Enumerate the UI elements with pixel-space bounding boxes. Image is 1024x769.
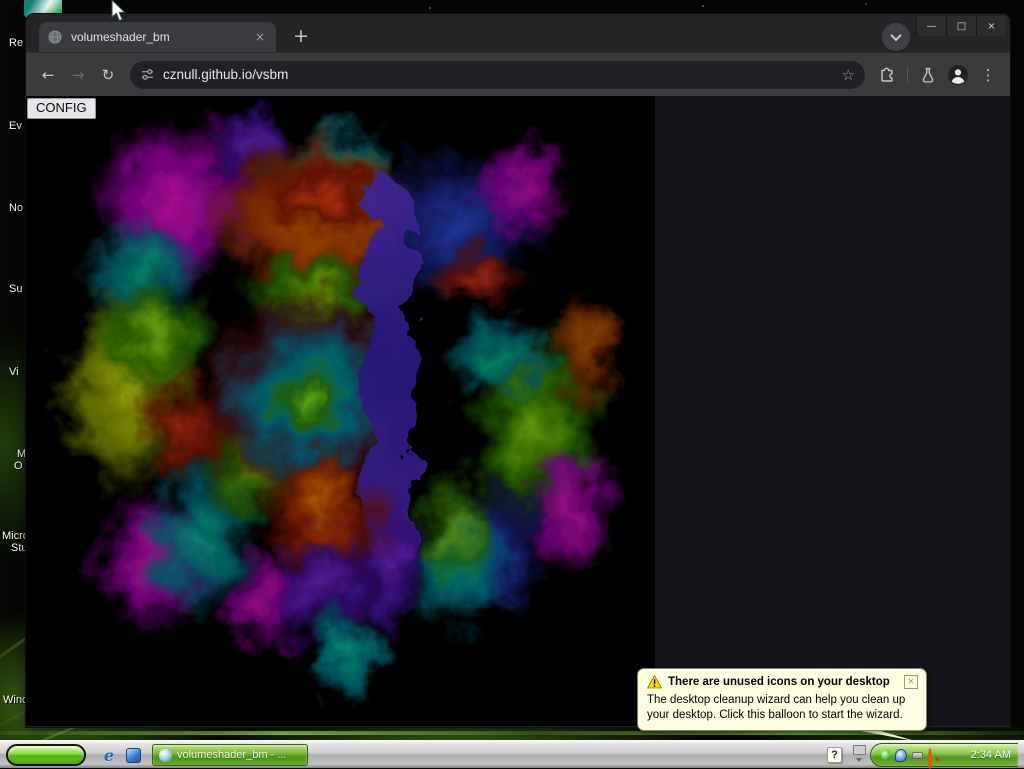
page-content: CONFIG — [26, 96, 1010, 726]
task-button-icon — [159, 749, 172, 762]
desktop-icon-label[interactable]: Micro — [2, 530, 28, 542]
page-side-panel — [655, 96, 1010, 726]
browser-toolbar: ← → ↻ cznull.github.io/vsbm ☆ — [26, 52, 1010, 96]
help-tray-icon[interactable]: ? — [827, 747, 842, 763]
tab-search-button[interactable] — [882, 23, 910, 51]
system-tray: 2:34 AM — [870, 743, 1018, 767]
fractal-render — [26, 96, 655, 726]
magnifier-tray-icon[interactable] — [928, 750, 939, 761]
tab-title: volumeshader_bm — [71, 30, 244, 44]
address-bar[interactable]: cznull.github.io/vsbm ☆ — [130, 61, 865, 89]
desktop-icon-label[interactable]: M — [17, 448, 26, 460]
window-icon — [853, 745, 866, 755]
labs-beaker-icon[interactable] — [914, 61, 942, 89]
back-button[interactable]: ← — [34, 61, 62, 89]
browser-menu-icon[interactable]: ⋮ — [974, 61, 1002, 89]
desktop-icon-label[interactable]: Su — [9, 283, 22, 295]
green-status-tray-icon[interactable] — [881, 750, 890, 760]
hidden-icons-button[interactable] — [851, 745, 867, 765]
chevron-down-icon — [856, 758, 862, 762]
balloon-title: There are unused icons on your desktop — [668, 676, 898, 688]
desktop-icon-label[interactable]: Wind — [3, 694, 28, 706]
warning-icon — [647, 675, 662, 689]
close-button[interactable]: × — [976, 16, 1006, 36]
mouse-cursor — [110, 0, 130, 23]
forward-button[interactable]: → — [64, 61, 92, 89]
toolbar-divider — [907, 67, 908, 83]
window-controls: — □ × — [916, 16, 1006, 36]
start-button[interactable] — [6, 744, 86, 766]
desktop-icon-label[interactable]: No — [9, 202, 23, 214]
maximize-button[interactable]: □ — [946, 16, 976, 36]
taskbar-clock[interactable]: 2:34 AM — [971, 749, 1011, 761]
config-button[interactable]: CONFIG — [27, 98, 96, 119]
tab-strip: volumeshader_bm × + — □ × — [26, 14, 1010, 52]
desktop-icon-label[interactable]: O — [14, 460, 23, 472]
reload-button[interactable]: ↻ — [94, 61, 122, 89]
profile-avatar-icon[interactable] — [944, 61, 972, 89]
cleanup-balloon-notification[interactable]: There are unused icons on your desktop ×… — [637, 668, 927, 731]
chevron-down-icon — [890, 30, 901, 41]
device-tray-icon[interactable] — [912, 752, 923, 759]
cleanup-wizard-tray-icon[interactable] — [895, 749, 907, 762]
desktop-icon-label[interactable]: Ev — [9, 120, 22, 132]
tab-close-icon[interactable]: × — [252, 29, 268, 45]
task-button-label: volumeshader_bm - ... — [177, 749, 286, 761]
app-quicklaunch-icon[interactable] — [124, 746, 142, 764]
taskbar: e volumeshader_bm - ... ? 2:34 AM — [0, 740, 1024, 768]
webgl-canvas[interactable]: CONFIG — [26, 96, 655, 726]
balloon-body: The desktop cleanup wizard can help you … — [647, 693, 918, 723]
url-text[interactable]: cznull.github.io/vsbm — [163, 67, 288, 82]
tab-volumeshader-bm[interactable]: volumeshader_bm × — [39, 22, 276, 52]
bookmark-star-icon[interactable]: ☆ — [842, 66, 855, 84]
desktop-icon-label[interactable]: Re — [9, 37, 23, 49]
site-settings-icon[interactable] — [140, 67, 155, 82]
browser-window: volumeshader_bm × + — □ × ← → ↻ cznull.g… — [26, 14, 1010, 727]
taskbar-task-button[interactable]: volumeshader_bm - ... — [152, 744, 308, 766]
globe-favicon-icon — [47, 29, 63, 45]
ie-quicklaunch-icon[interactable]: e — [100, 746, 118, 764]
balloon-close-icon[interactable]: × — [904, 675, 918, 689]
minimize-button[interactable]: — — [916, 16, 946, 36]
new-tab-button[interactable]: + — [288, 24, 314, 48]
desktop-icon-label[interactable]: Vi — [9, 366, 19, 378]
extensions-icon[interactable] — [873, 61, 901, 89]
